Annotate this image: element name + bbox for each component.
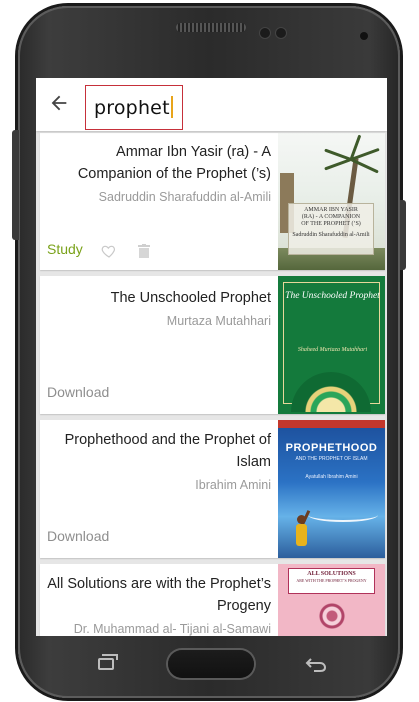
text-cursor <box>170 96 173 118</box>
book-title: Ammar Ibn Yasir (ra) - A Companion of th… <box>77 144 271 182</box>
app-screen: prophet Ammar Ibn Yasir (ra) - A Compani… <box>36 78 387 636</box>
cover-subtitle: ARE WITH THE PROPHET’S PROGENY <box>296 578 367 583</box>
earpiece-speaker <box>176 23 246 32</box>
cover-title-box: ALL SOLUTIONS ARE WITH THE PROPHET’S PRO… <box>288 568 375 594</box>
cover-child-graphic <box>297 515 306 524</box>
back-key-icon[interactable] <box>305 654 327 674</box>
download-button[interactable]: Download <box>47 528 109 544</box>
cover-author: Shaheed Murtaza Mutahhari <box>297 347 368 353</box>
book-author: Dr. Muhammad al- Tijani al-Samawi <box>73 622 271 636</box>
list-item[interactable]: Prophethood and the Prophet of Islam Ibr… <box>40 420 385 558</box>
cover-title-line: AMMAR IBN YASIR <box>304 207 358 213</box>
cover-author: Ayatullah Ibrahim Amini <box>305 474 358 480</box>
list-item[interactable]: All Solutions are with the Prophet’s Pro… <box>40 564 385 636</box>
search-input[interactable]: prophet <box>85 85 183 130</box>
book-author: Murtaza Mutahhari <box>166 314 271 328</box>
list-item[interactable]: Ammar Ibn Yasir (ra) - A Companion of th… <box>40 133 385 270</box>
cover-subtitle: AND THE PROPHET OF ISLAM <box>295 456 368 462</box>
cover-red-band <box>278 420 385 428</box>
trash-icon[interactable] <box>138 244 150 258</box>
cover-child-graphic <box>296 524 307 546</box>
book-author: Ibrahim Amini <box>195 478 271 492</box>
book-title: The Unschooled Prophet <box>110 290 271 306</box>
cover-palm-frond <box>324 148 352 161</box>
back-arrow-icon[interactable] <box>48 92 70 114</box>
cover-title: The Unschooled Prophet <box>285 291 380 301</box>
book-title: Prophethood and the Prophet of Islam <box>64 432 271 470</box>
cover-title-line: (RA) - A COMPANION <box>301 214 361 220</box>
list-item[interactable]: The Unschooled Prophet Murtaza Mutahhari… <box>40 276 385 414</box>
cover-title-panel: AMMAR IBN YASIR (RA) - A COMPANION OF TH… <box>288 203 374 255</box>
book-cover-image: PROPHETHOOD AND THE PROPHET OF ISLAM Aya… <box>278 420 385 558</box>
volume-button <box>12 130 19 240</box>
light-sensor <box>276 28 286 38</box>
book-title: All Solutions are with the Prophet’s Pro… <box>47 576 271 614</box>
download-button[interactable]: Download <box>47 384 109 400</box>
cover-title: PROPHETHOOD <box>285 442 378 454</box>
recent-apps-icon[interactable] <box>98 654 118 670</box>
proximity-sensor <box>260 28 270 38</box>
cover-title-line: OF THE PROPHET (’S) <box>301 221 361 227</box>
heart-outline-icon[interactable] <box>101 243 117 259</box>
book-cover-image: The Unschooled Prophet Shaheed Murtaza M… <box>278 276 385 414</box>
cover-author: Sadruddin Sharafuddin al-Amili <box>292 232 370 238</box>
book-cover-image: AMMAR IBN YASIR (RA) - A COMPANION OF TH… <box>278 133 385 270</box>
book-cover-image: ALL SOLUTIONS ARE WITH THE PROPHET’S PRO… <box>278 564 385 636</box>
cover-calligraphy-graphic <box>308 508 378 522</box>
search-toolbar: prophet <box>36 78 387 131</box>
cover-title: ALL SOLUTIONS <box>307 571 356 577</box>
front-camera <box>360 32 368 40</box>
search-query-text: prophet <box>94 96 173 119</box>
cover-ornament-graphic <box>316 600 348 632</box>
home-button[interactable] <box>168 650 254 678</box>
study-button[interactable]: Study <box>47 241 83 257</box>
power-button <box>400 200 406 270</box>
book-author: Sadruddin Sharafuddin al-Amili <box>98 190 271 204</box>
